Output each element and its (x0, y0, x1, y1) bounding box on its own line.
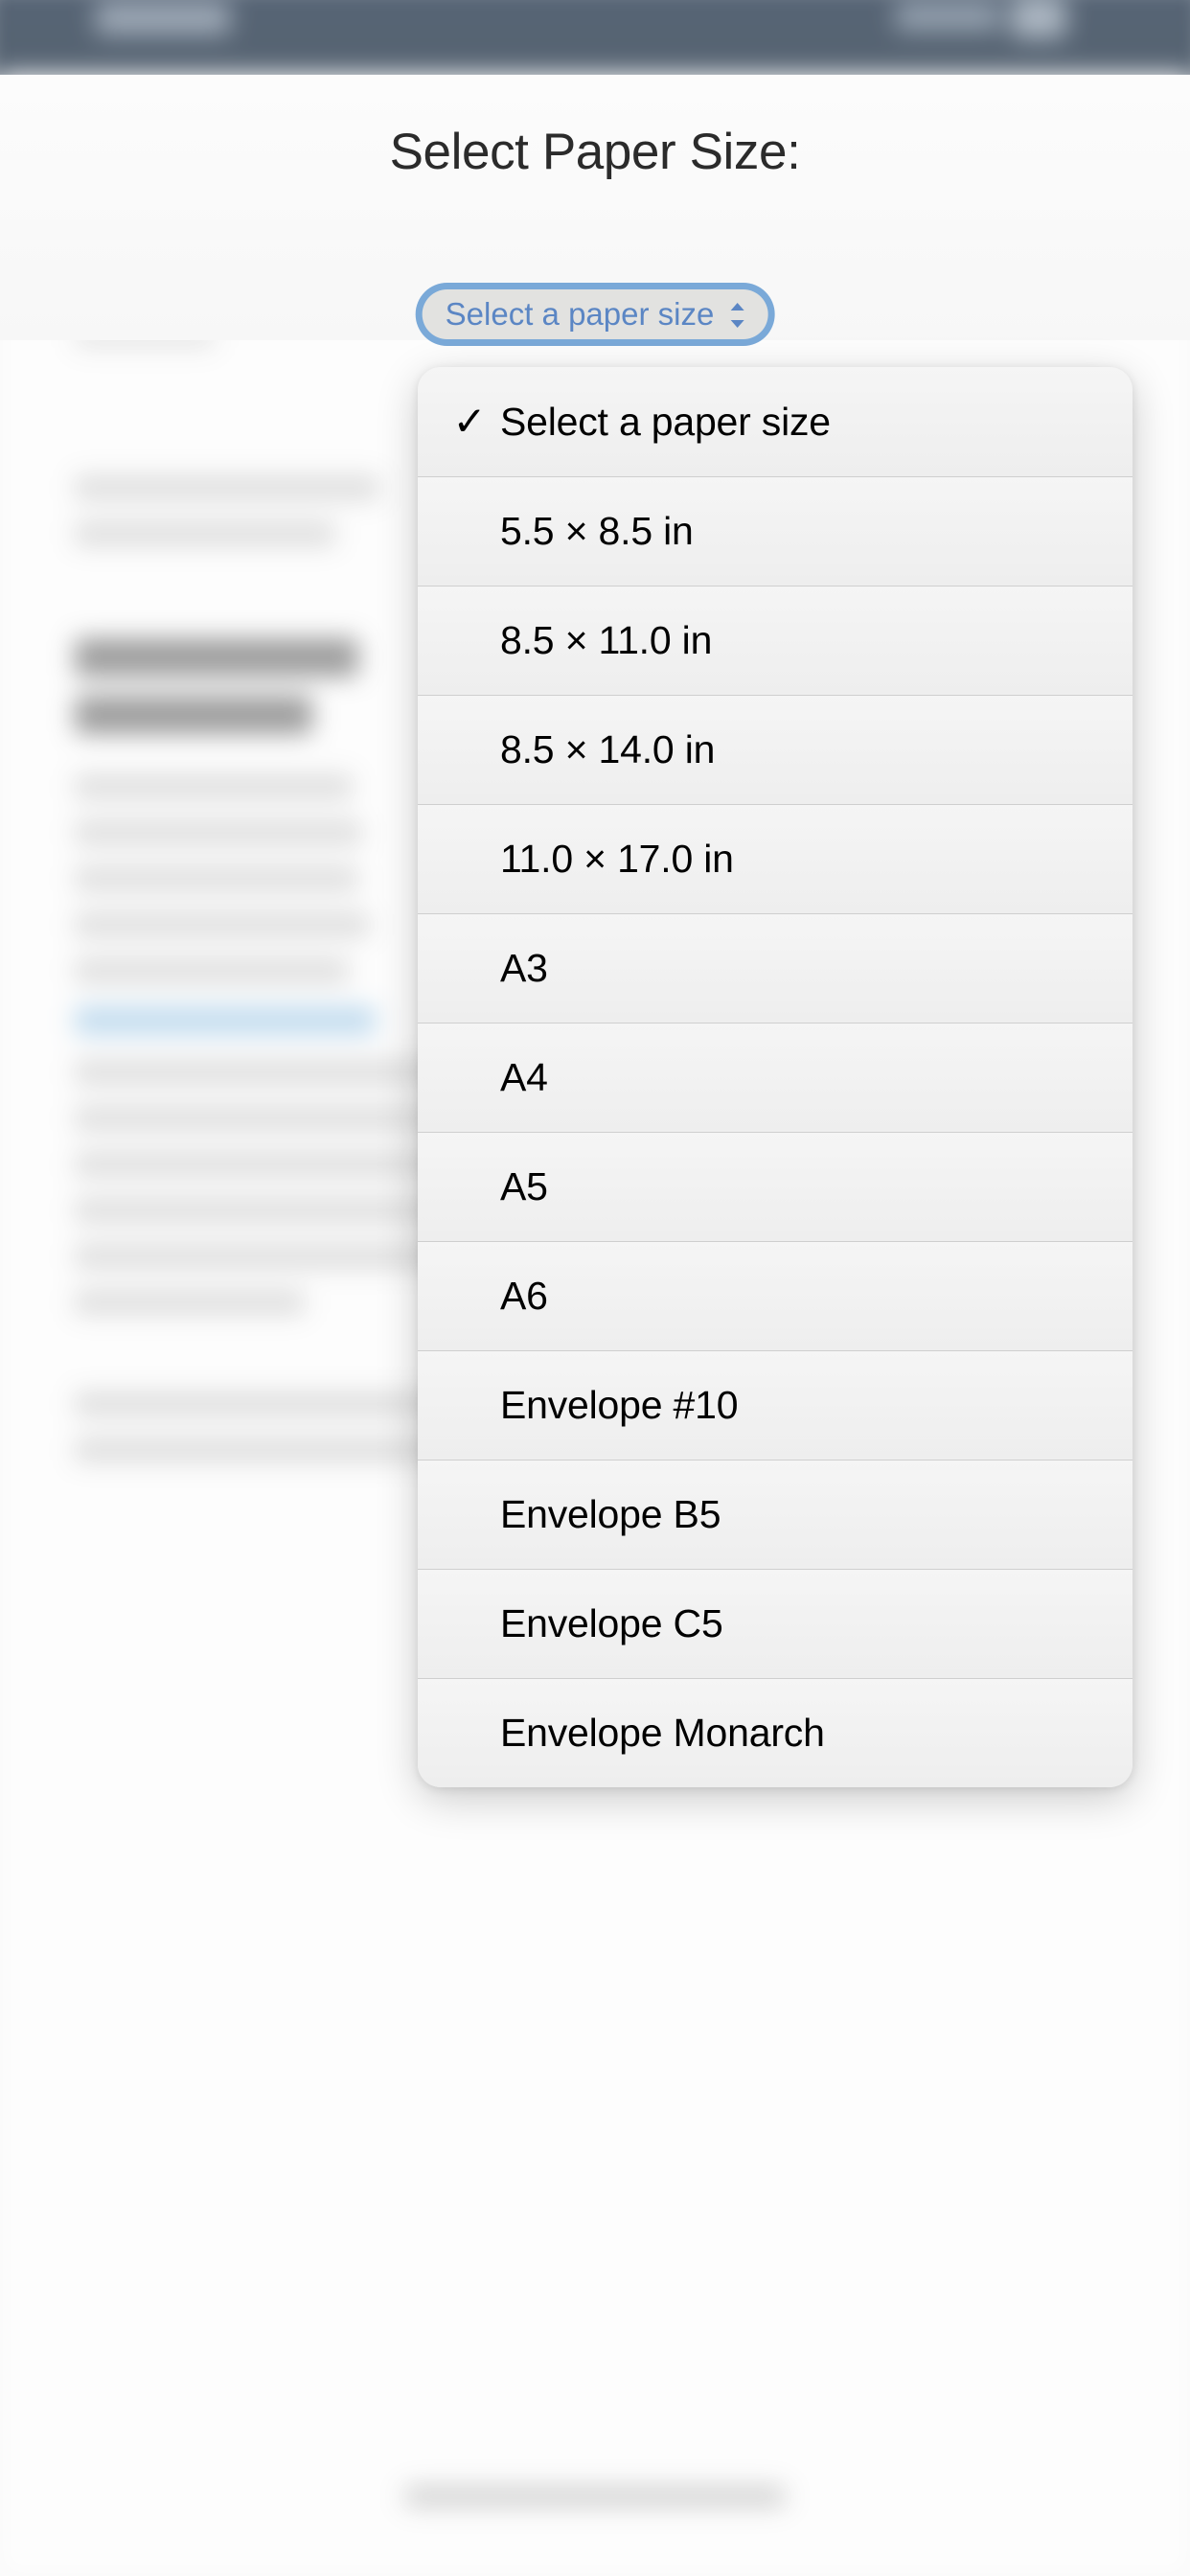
dropdown-option[interactable]: ✓A3 (418, 913, 1133, 1023)
dropdown-option[interactable]: ✓5.5 × 8.5 in (418, 476, 1133, 586)
dropdown-option-label: 8.5 × 11.0 in (500, 618, 713, 662)
dropdown-option-label: 5.5 × 8.5 in (500, 509, 694, 553)
dropdown-option-label: A4 (500, 1055, 548, 1099)
paper-size-select-value: Select a paper size (445, 296, 715, 332)
dropdown-option[interactable]: ✓Envelope C5 (418, 1569, 1133, 1678)
page-title: Select Paper Size: (389, 124, 801, 180)
dropdown-option-label: A5 (500, 1164, 548, 1208)
dropdown-option[interactable]: ✓11.0 × 17.0 in (418, 804, 1133, 913)
dropdown-option[interactable]: ✓A4 (418, 1023, 1133, 1132)
dropdown-option-label: Envelope B5 (500, 1492, 721, 1536)
dropdown-option[interactable]: ✓Envelope #10 (418, 1350, 1133, 1460)
dropdown-option-label: Select a paper size (500, 400, 831, 444)
app-screen: Select Paper Size: Select a paper size ✓… (0, 0, 1190, 2576)
dropdown-option[interactable]: ✓Envelope B5 (418, 1460, 1133, 1569)
dropdown-option[interactable]: ✓8.5 × 11.0 in (418, 586, 1133, 695)
dropdown-option[interactable]: ✓ Select a paper size (418, 367, 1133, 476)
foreground-layer: Select Paper Size: Select a paper size ✓… (0, 0, 1190, 2576)
checkmark-icon: ✓ (452, 399, 487, 444)
chevron-up-down-icon (727, 301, 746, 330)
paper-size-dropdown-list[interactable]: ✓Select a paper size✓5.5 × 8.5 in✓8.5 × … (418, 367, 1133, 1787)
dropdown-option-label: Envelope #10 (500, 1383, 739, 1427)
dropdown-option[interactable]: ✓8.5 × 14.0 in (418, 695, 1133, 804)
dropdown-option[interactable]: ✓A5 (418, 1132, 1133, 1241)
dropdown-option-label: Envelope C5 (500, 1601, 723, 1645)
dropdown-option-label: 8.5 × 14.0 in (500, 727, 716, 771)
paper-size-select[interactable]: Select a paper size (422, 289, 768, 339)
dropdown-option-label: 11.0 × 17.0 in (500, 837, 734, 881)
dropdown-option[interactable]: ✓A6 (418, 1241, 1133, 1350)
paper-size-select-button[interactable]: Select a paper size (422, 289, 768, 339)
dropdown-option-label: Envelope Monarch (500, 1711, 825, 1755)
dropdown-option-label: A3 (500, 946, 548, 990)
dropdown-option[interactable]: ✓Envelope Monarch (418, 1678, 1133, 1787)
dropdown-option-label: A6 (500, 1274, 548, 1318)
